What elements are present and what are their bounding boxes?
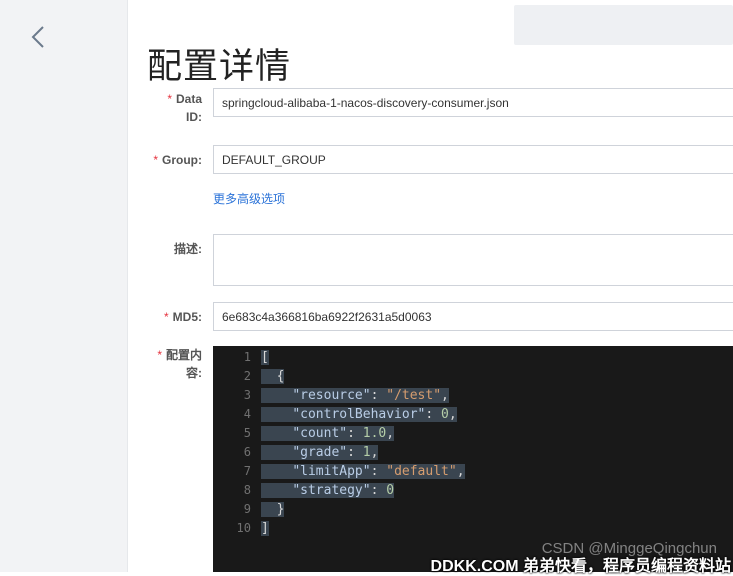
code-token: [ <box>261 350 269 365</box>
data-id-label-line1: Data <box>175 92 202 106</box>
code-token: 0 <box>386 483 395 498</box>
data-id-label-line2: ID: <box>186 110 202 124</box>
data-id-row: * Data ID: springcloud-alibaba-1-nacos-di… <box>127 88 733 128</box>
required-mark: * <box>167 92 172 106</box>
md5-value: 6e683c4a366816ba6922f2631a5d0063 <box>222 309 432 324</box>
data-id-label: * Data ID: <box>127 90 202 126</box>
md5-row: * MD5: 6e683c4a366816ba6922f2631a5d0063 <box>127 302 733 332</box>
sidebar <box>0 0 128 572</box>
code-line: } <box>261 500 465 519</box>
code-token: "strategy" <box>292 483 371 498</box>
advanced-options-link[interactable]: 更多高级选项 <box>213 190 285 207</box>
code-token: , <box>441 388 449 403</box>
code-editor[interactable]: 1 2 3 4 5 6 7 8 9 10 [ { "resource": "/test", "co… <box>213 346 733 572</box>
code-token: , <box>370 445 379 460</box>
group-label-text: Group: <box>162 153 202 167</box>
code-token: : <box>347 426 363 441</box>
code-line: [ <box>261 348 465 367</box>
content-label: * 配置内 容: <box>127 346 202 382</box>
code-token: } <box>261 502 285 517</box>
code-token: , <box>386 426 395 441</box>
line-number: 6 <box>243 445 251 459</box>
code-token: "controlBehavior" <box>292 407 426 422</box>
code-token: "count" <box>292 426 348 441</box>
code-line: { <box>261 367 465 386</box>
content-label-line2: 容: <box>186 366 202 380</box>
line-number: 1 <box>243 350 251 364</box>
code-token: , <box>456 464 465 479</box>
line-number: 9 <box>243 502 251 516</box>
content-label-line1: 配置内 <box>165 348 202 362</box>
group-row: * Group: DEFAULT_GROUP <box>127 145 733 175</box>
code-token: : <box>370 464 387 479</box>
page-title: 配置详情 <box>147 47 292 87</box>
code-line: "count": 1.0, <box>261 424 465 443</box>
code-token: 1.0 <box>362 426 387 441</box>
code-token: "/test" <box>386 388 442 403</box>
group-field[interactable]: DEFAULT_GROUP <box>213 145 733 174</box>
description-label: 描述: <box>174 242 202 256</box>
group-label: * Group: <box>127 151 202 169</box>
code-line: ] <box>261 519 465 538</box>
code-token: "default" <box>386 464 457 479</box>
required-mark: * <box>153 153 158 167</box>
code-token: "limitApp" <box>292 464 371 479</box>
chevron-left-icon[interactable] <box>28 24 48 50</box>
data-id-value: springcloud-alibaba-1-nacos-discovery-co… <box>222 95 509 110</box>
line-number: 4 <box>243 407 251 421</box>
line-number: 7 <box>243 464 251 478</box>
code-token: : <box>347 445 363 460</box>
code-area[interactable]: [ { "resource": "/test", "controlBehavio… <box>261 348 465 538</box>
code-line: "controlBehavior": 0, <box>261 405 465 424</box>
code-token: "grade" <box>292 445 348 460</box>
group-value: DEFAULT_GROUP <box>222 152 326 167</box>
top-search-box <box>514 5 733 45</box>
data-id-field[interactable]: springcloud-alibaba-1-nacos-discovery-co… <box>213 88 733 117</box>
required-mark: * <box>163 310 169 324</box>
code-token: : <box>425 407 442 422</box>
code-line: "resource": "/test", <box>261 386 465 405</box>
line-number: 2 <box>243 369 251 383</box>
line-number: 5 <box>243 426 251 440</box>
code-token: 1 <box>362 445 371 460</box>
code-token: "resource" <box>292 388 371 403</box>
line-number: 10 <box>236 521 251 535</box>
code-token: , <box>448 407 457 422</box>
site-watermark: DDKK.COM 弟弟快看，程序员编程资料站 <box>430 558 731 575</box>
line-number: 3 <box>243 388 251 402</box>
code-line: "limitApp": "default", <box>261 462 465 481</box>
md5-label-text: MD5: <box>172 310 202 324</box>
code-line: "grade": 1, <box>261 443 465 462</box>
required-mark: * <box>157 348 162 362</box>
code-token: ] <box>261 521 269 536</box>
code-token: 0 <box>441 407 449 422</box>
description-textarea[interactable] <box>213 234 733 286</box>
code-token: { <box>261 369 285 384</box>
md5-field[interactable]: 6e683c4a366816ba6922f2631a5d0063 <box>213 302 733 331</box>
description-row: 描述: <box>127 234 733 286</box>
line-number-gutter: 1 2 3 4 5 6 7 8 9 10 <box>213 348 253 538</box>
code-line: "strategy": 0 <box>261 481 465 500</box>
line-number: 8 <box>243 483 251 497</box>
md5-label: * MD5: <box>127 308 202 326</box>
code-token: : <box>370 388 387 403</box>
code-token: : <box>370 483 387 498</box>
